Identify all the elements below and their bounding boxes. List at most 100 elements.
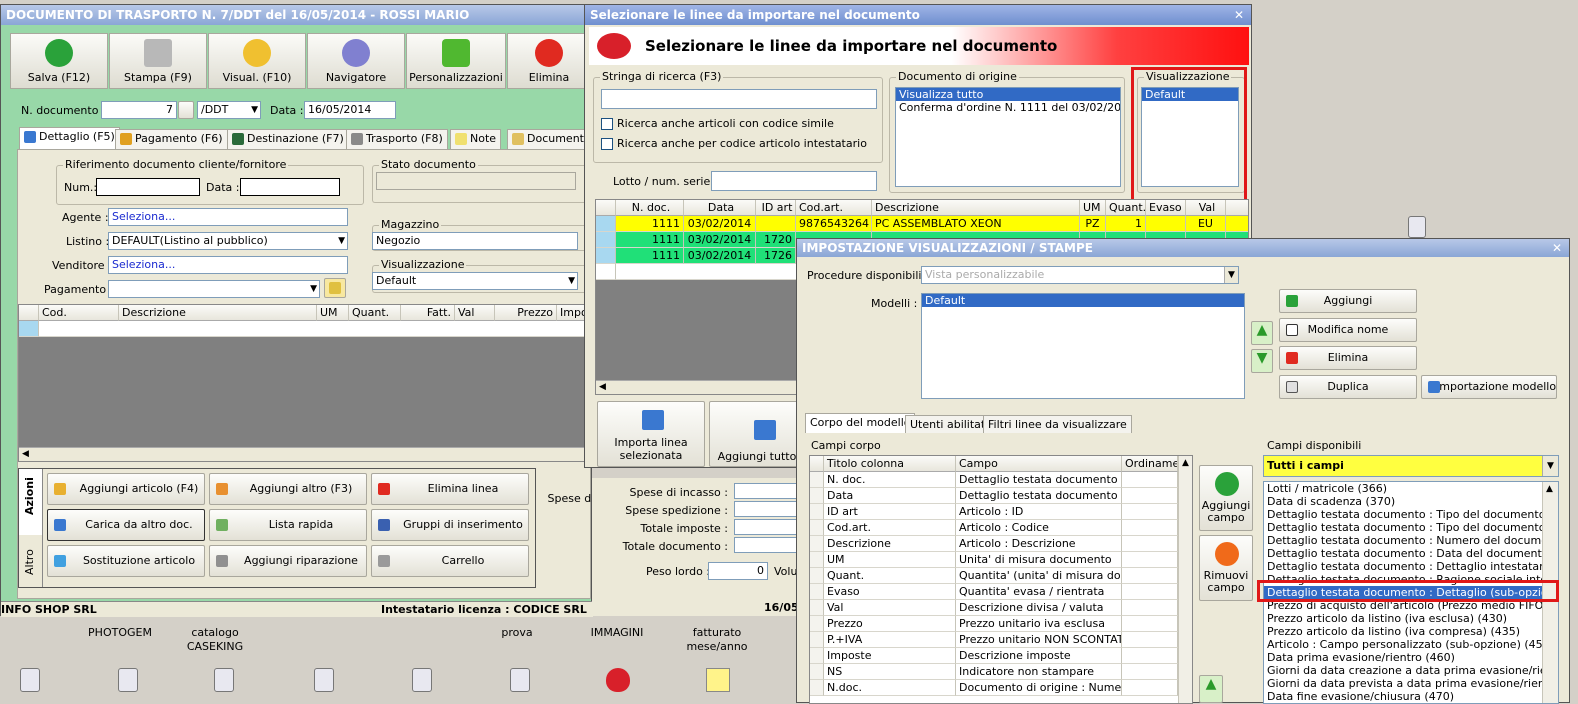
grid-header-val[interactable]: Val [1186,200,1226,216]
table-cell-campo[interactable]: Documento di origine : Numero... [956,680,1122,696]
move-field-up-button[interactable]: ▲ [1199,675,1223,703]
table-cell-val[interactable]: EU [1186,216,1226,232]
table-row-selector[interactable] [810,648,824,664]
holder-code-checkbox[interactable]: Ricerca anche per codice articolo intest… [601,137,867,150]
table-cell-titolo[interactable]: Cod.art. [824,520,956,536]
add-field-button[interactable]: Aggiungi campo [1199,465,1253,531]
add-repair-button[interactable]: Aggiungi riparazione [209,545,367,577]
list-item[interactable]: Conferma d'ordine N. 1111 del 03/02/2014 [896,101,1120,114]
table-row-selector[interactable] [810,472,824,488]
table-cell-titolo[interactable]: P.+IVA [824,632,956,648]
import-selected-button[interactable]: Importa linea selezionata [597,401,705,467]
proc-select[interactable]: Vista personalizzabile ▼ [921,266,1239,284]
rename-model-button[interactable]: Modifica nome [1279,318,1417,342]
chevron-up-icon[interactable]: ▲ [1546,484,1553,494]
table-cell-ndoc[interactable]: 1111 [616,232,684,248]
table-cell-campo[interactable]: Dettaglio testata documento : ... [956,472,1122,488]
table-cell-desc[interactable]: PC ASSEMBLATO XEON [872,216,1080,232]
table-cell-titolo[interactable]: Prezzo [824,616,956,632]
move-up-button[interactable]: ▲ [1251,321,1273,345]
desktop-icon-catalogo[interactable]: catalogo CASEKING [170,626,260,654]
visual-select[interactable]: Default ▼ [372,272,578,290]
table-cell-ordinamento[interactable] [1122,632,1178,648]
grid-header-cod[interactable]: Cod. [39,305,119,321]
table-row-selector[interactable] [810,632,824,648]
tab-utenti-abilitati[interactable]: Utenti abilitati [905,415,994,433]
add-all-button[interactable]: Aggiungi tutto [709,401,805,467]
grid-header-codart[interactable]: Cod.art. [796,200,872,216]
table-row-selector[interactable] [810,504,824,520]
table-row-selector[interactable] [810,520,824,536]
table-row-selector[interactable] [810,584,824,600]
close-icon[interactable]: ✕ [1549,240,1565,256]
ddt-lines-grid[interactable]: Cod. Descrizione UM Quant. Fatt. Val Pre… [18,304,590,462]
pagamento-select[interactable]: ▼ [108,280,320,298]
rif-date-input[interactable] [240,178,340,196]
table-cell-ordinamento[interactable] [1122,488,1178,504]
print-button[interactable]: Stampa (F9) [109,33,207,89]
chevron-left-icon[interactable]: ◀ [599,382,606,392]
quick-list-button[interactable]: Lista rapida [209,509,367,541]
load-from-doc-button[interactable]: Carica da altro doc. [47,509,205,541]
table-cell-quant[interactable]: 1 [1106,216,1146,232]
table-cell-cod[interactable]: 9876543264 [796,216,872,232]
cart-button[interactable]: Carrello [371,545,529,577]
grid-header-prezzo[interactable]: Prezzo [495,305,557,321]
list-item[interactable]: Data di scadenza (370) [1264,495,1542,508]
spese-incasso-input[interactable] [734,483,798,499]
table-cell-data[interactable]: 03/02/2014 [684,232,756,248]
ndoc-spin-button[interactable] [178,101,194,119]
ndoc-input[interactable]: 7 [101,101,177,119]
import-model-button[interactable]: Importazione modello [1421,375,1557,399]
table-row-selector[interactable] [810,680,824,696]
duplicate-model-button[interactable]: Duplica [1279,375,1417,399]
desktop-icon-immagini[interactable]: IMMAGINI [572,626,662,639]
list-item[interactable]: Data fine evasione/chiusura (470) [1264,690,1542,703]
grid-header-descrizione[interactable]: Descrizione [119,305,317,321]
table-cell-titolo[interactable]: N.doc. [824,680,956,696]
insert-groups-button[interactable]: Gruppi di inserimento [371,509,529,541]
tab-corpo-modello[interactable]: Corpo del modello [805,413,916,433]
vertical-scrollbar[interactable]: ▲ [1178,456,1192,703]
campi-disp-select[interactable]: Tutti i campi ▼ [1263,455,1559,477]
ndoc-series-select[interactable]: /DDT ▼ [197,101,261,119]
table-cell-campo[interactable]: Indicatore non stampare [956,664,1122,680]
desktop-icon-fatturato[interactable]: fatturato mese/anno [672,626,762,654]
table-cell-campo[interactable]: Prezzo unitario NON SCONTAT... [956,632,1122,648]
list-item[interactable]: Dettaglio testata documento : Data del d… [1264,547,1542,560]
table-cell-ndoc[interactable]: 1111 [616,216,684,232]
list-item[interactable]: Giorni da data prevista a data prima eva… [1264,677,1542,690]
table-cell-um[interactable]: PZ [1080,216,1106,232]
table-row-selector[interactable] [596,248,616,264]
list-item[interactable]: Dettaglio testata documento : Tipo del d… [1264,521,1542,534]
close-icon[interactable]: ✕ [1231,7,1247,23]
desktop-icon-photogem[interactable]: PHOTOGEM [75,626,165,639]
folder-button[interactable] [324,278,346,298]
list-item[interactable]: Dettaglio testata documento : Tipo del d… [1264,508,1542,521]
table-cell-titolo[interactable]: Descrizione [824,536,956,552]
table-cell-campo[interactable]: Unita' di misura documento [956,552,1122,568]
list-item[interactable]: Visualizza tutto [896,88,1120,101]
tab-note[interactable]: Note [450,129,502,149]
table-cell-ordinamento[interactable] [1122,504,1178,520]
table-row-selector[interactable] [810,600,824,616]
date-input[interactable]: 16/05/2014 [304,101,396,119]
move-down-button[interactable]: ▼ [1251,349,1273,373]
grid-header-titolo[interactable]: Titolo colonna [824,456,956,472]
table-cell-ordinamento[interactable] [1122,472,1178,488]
table-cell-ordinamento[interactable] [1122,616,1178,632]
table-cell-ordinamento[interactable] [1122,600,1178,616]
remove-field-button[interactable]: Rimuovi campo [1199,535,1253,601]
peso-input[interactable]: 0 [708,562,768,580]
table-cell-idart[interactable]: 1726 [756,248,796,264]
side-tab-altro[interactable]: Altro [19,535,43,587]
table-cell-titolo[interactable]: ID art [824,504,956,520]
save-button[interactable]: Salva (F12) [10,33,108,89]
table-cell-ordinamento[interactable] [1122,568,1178,584]
table-cell-campo[interactable]: Descrizione imposte [956,648,1122,664]
table-row-selector[interactable] [19,321,39,337]
table-cell-titolo[interactable]: UM [824,552,956,568]
tab-dettaglio[interactable]: Dettaglio (F5) [19,127,120,149]
table-row-selector[interactable] [810,616,824,632]
grid-header-ndoc[interactable]: N. doc. [616,200,684,216]
